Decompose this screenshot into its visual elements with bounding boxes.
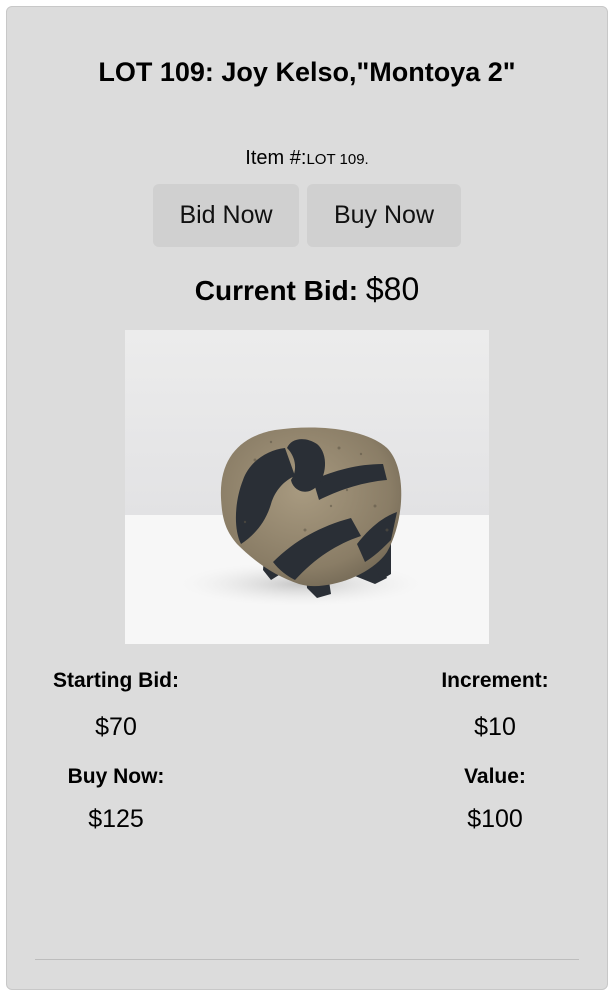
item-number: Item #:LOT 109. — [7, 145, 607, 173]
value-stat: Value: $100 — [395, 763, 595, 835]
current-bid-amount: $80 — [365, 271, 420, 307]
increment-stat: Increment: $10 — [395, 667, 595, 743]
increment-label: Increment: — [441, 669, 549, 692]
buy-now-button[interactable]: Buy Now — [307, 184, 461, 247]
bison-sculpture-image — [125, 330, 489, 644]
buy-now-stat-label: Buy Now: — [67, 765, 165, 788]
starting-bid-stat: Starting Bid: $70 — [16, 667, 216, 743]
item-number-value: LOT 109. — [306, 151, 369, 168]
lot-card: LOT 109: Joy Kelso,"Montoya 2" Item #:LO… — [6, 6, 608, 990]
buy-now-stat-value: $125 — [88, 805, 144, 833]
action-buttons: Bid Now Buy Now — [7, 184, 607, 247]
item-number-label: Item #: — [245, 147, 307, 169]
bottom-divider — [35, 959, 579, 960]
current-bid: Current Bid: $80 — [7, 271, 607, 309]
lot-title: LOT 109: Joy Kelso,"Montoya 2" — [98, 57, 516, 87]
starting-bid-label: Starting Bid: — [53, 669, 179, 692]
current-bid-label: Current Bid: — [194, 275, 359, 306]
value-label: Value: — [464, 765, 526, 788]
lot-image[interactable] — [125, 330, 489, 644]
bid-now-button[interactable]: Bid Now — [153, 184, 299, 247]
value-value: $100 — [467, 805, 523, 833]
starting-bid-value: $70 — [95, 713, 137, 741]
buy-now-stat: Buy Now: $125 — [16, 763, 216, 835]
increment-value: $10 — [474, 713, 516, 741]
